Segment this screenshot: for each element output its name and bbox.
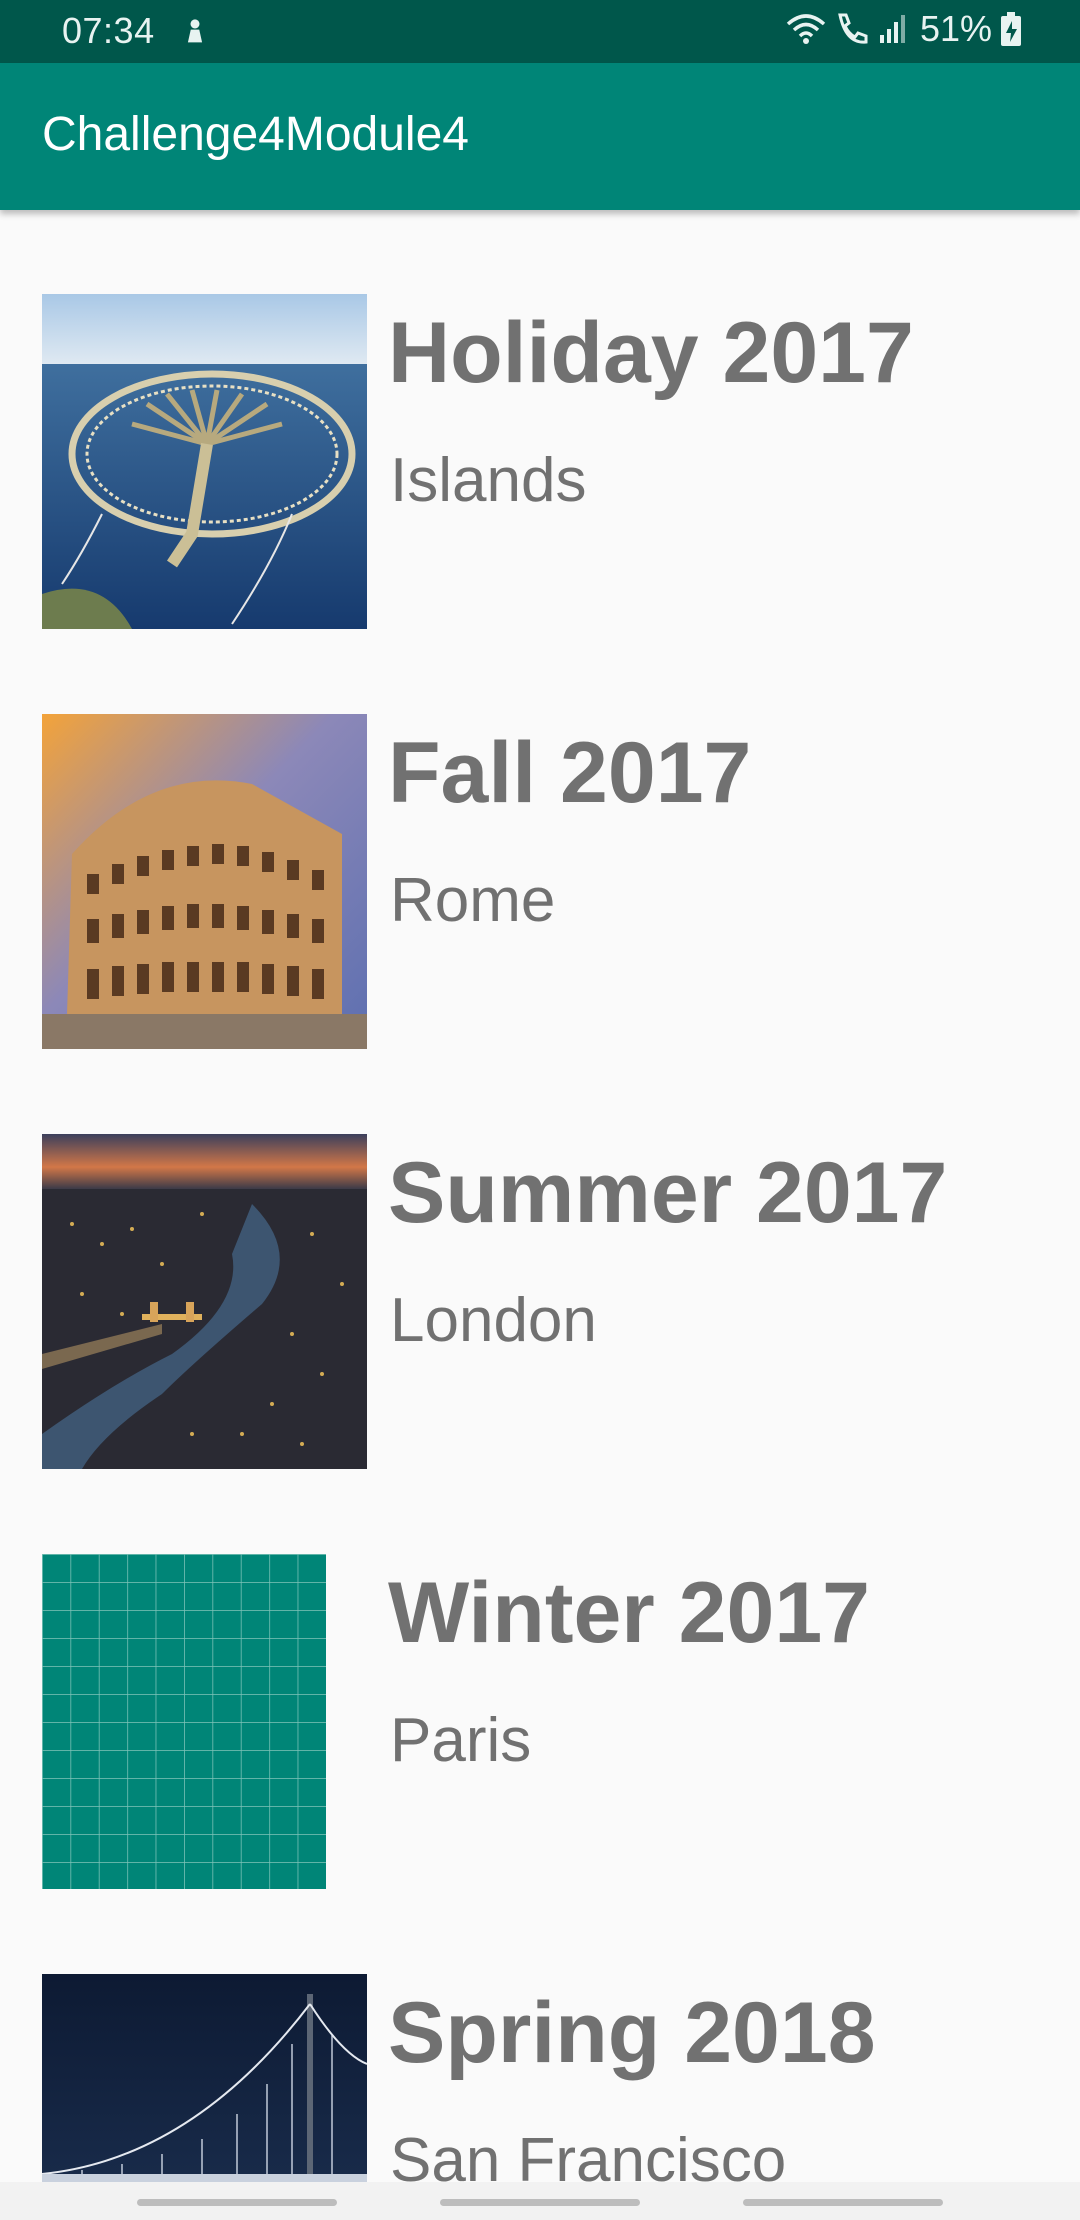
item-subtitle: London [390, 1286, 597, 1355]
status-bar: 07:34 51% [0, 0, 1080, 63]
download-icon [178, 14, 212, 48]
item-title: Winter 2017 [388, 1565, 870, 1661]
item-subtitle: San Francisco [390, 2126, 787, 2182]
item-subtitle: Rome [390, 866, 556, 935]
status-icons: 51% [786, 8, 1022, 50]
list-item[interactable]: Fall 2017 Rome [0, 630, 1080, 1050]
london-night-photo [42, 1134, 367, 1469]
app-title: Challenge4Module4 [42, 108, 469, 161]
trip-list[interactable]: Holiday 2017 Islands Fall 2017 Rome Summ… [0, 210, 1080, 2182]
item-subtitle: Islands [390, 446, 587, 515]
bay-bridge-photo [42, 1974, 367, 2182]
item-title: Summer 2017 [388, 1145, 948, 1241]
list-item[interactable]: Summer 2017 London [0, 1050, 1080, 1470]
item-title: Fall 2017 [388, 725, 752, 821]
item-subtitle: Paris [390, 1706, 532, 1775]
signal-icon [878, 13, 908, 45]
colosseum-photo [42, 714, 367, 1049]
navigation-bar [0, 2182, 1080, 2220]
app-bar: Challenge4Module4 [0, 63, 1080, 210]
nav-back-handle[interactable] [743, 2199, 943, 2206]
list-item[interactable]: Winter 2017 Paris [0, 1470, 1080, 1890]
status-time: 07:34 [62, 10, 155, 51]
list-item[interactable]: Spring 2018 San Francisco [0, 1890, 1080, 2182]
list-item[interactable]: Holiday 2017 Islands [0, 210, 1080, 630]
nav-home-handle[interactable] [440, 2199, 640, 2206]
battery-charging-icon [1000, 11, 1022, 47]
battery-percent: 51% [919, 8, 992, 49]
item-title: Spring 2018 [388, 1985, 876, 2081]
nav-recents-handle[interactable] [137, 2199, 337, 2206]
item-title: Holiday 2017 [388, 305, 914, 401]
wifi-call-icon [834, 11, 870, 47]
palm-islands-photo [42, 294, 367, 629]
wifi-icon [786, 12, 826, 46]
placeholder-grid [42, 1554, 326, 1889]
app-screen: 07:34 51% Challenge4Module4 Holiday 2017… [0, 0, 1080, 2220]
